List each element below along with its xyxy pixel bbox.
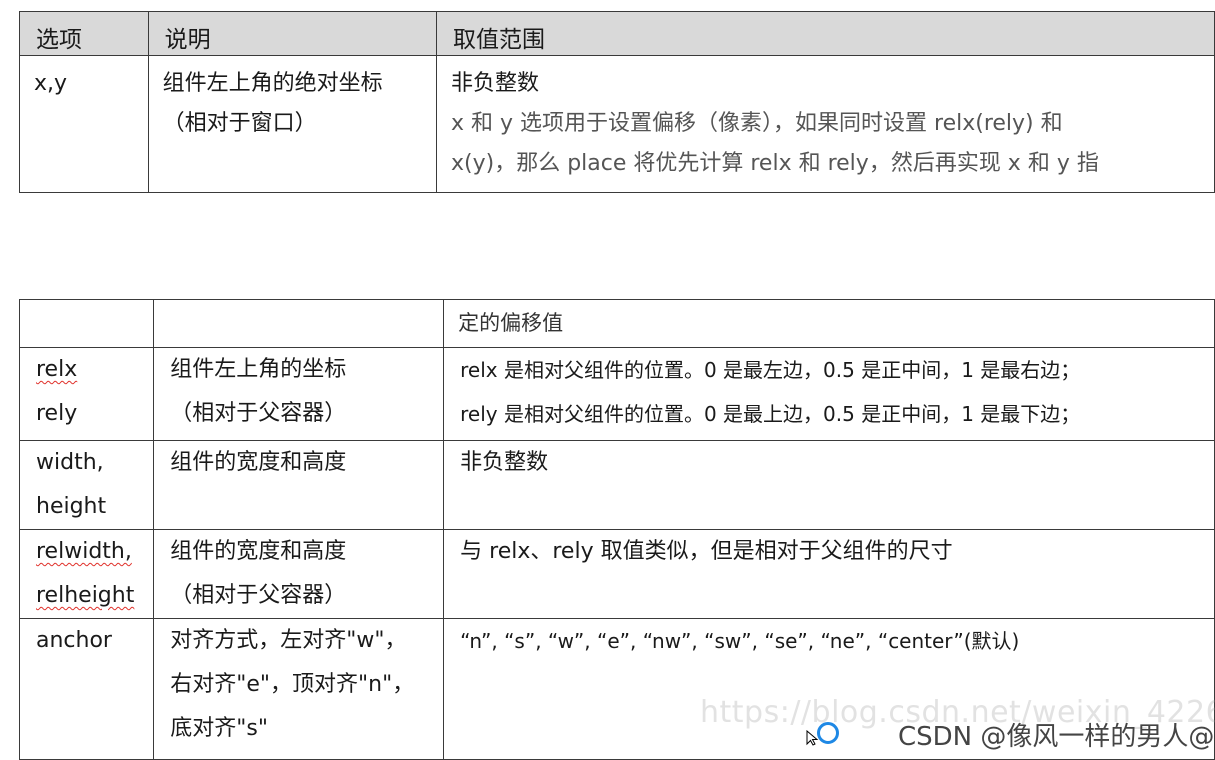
- cell-empty: [153, 299, 445, 348]
- description-line: 组件的宽度和高度: [170, 539, 347, 564]
- description-line: （相对于父容器）: [170, 583, 347, 608]
- options-table-bottom: 定的偏移值 relx rely 组件左上角的坐标 （相对于父容器） relx 是…: [18, 299, 1215, 760]
- table-row-continuation: 定的偏移值: [18, 299, 1215, 348]
- cell-option: relx rely: [18, 347, 155, 441]
- cell-option: relwidth, relheight: [18, 529, 155, 619]
- cell-description: 组件左上角的绝对坐标 （相对于窗口）: [147, 55, 438, 193]
- header-value-range: 取值范围: [436, 11, 1215, 56]
- option-name: anchor: [36, 628, 112, 653]
- table-row-relx-rely: relx rely 组件左上角的坐标 （相对于父容器） relx 是相对父组件的…: [18, 347, 1215, 441]
- table-row-xy: x,y 组件左上角的绝对坐标 （相对于窗口） 非负整数 x 和 y 选项用于设置…: [19, 55, 1215, 193]
- option-name: x,y: [34, 71, 68, 96]
- table-row-width-height: width, height 组件的宽度和高度 非负整数: [18, 440, 1215, 530]
- cell-value: 与 relx、rely 取值类似，但是相对于父组件的尺寸: [443, 529, 1215, 619]
- value-line: x 和 y 选项用于设置偏移（像素），如果同时设置 relx(rely) 和: [451, 111, 1063, 136]
- value-line: relx 是相对父组件的位置。0 是最左边，0.5 是正中间，1 是最右边；: [460, 358, 1081, 382]
- continuation-text: 定的偏移值: [458, 311, 564, 335]
- option-name: relx: [36, 357, 78, 382]
- header-value-range-text: 取值范围: [453, 27, 545, 53]
- credit-text: CSDN @像风一样的男人@: [898, 722, 1215, 752]
- cell-description: 组件的宽度和高度: [153, 440, 445, 530]
- value-line: “n”, “s”, “w”, “e”, “nw”, “sw”, “se”, “n…: [460, 629, 1020, 653]
- cell-value: relx 是相对父组件的位置。0 是最左边，0.5 是正中间，1 是最右边； r…: [443, 347, 1215, 441]
- cell-description: 组件左上角的坐标 （相对于父容器）: [153, 347, 445, 441]
- header-option-text: 选项: [36, 27, 82, 53]
- description-line: 组件的宽度和高度: [170, 450, 347, 475]
- value-line: rely 是相对父组件的位置。0 是最上边，0.5 是正中间，1 是最下边；: [460, 402, 1081, 426]
- value-line: 非负整数: [460, 450, 549, 475]
- header-row: 选项 说明 取值范围: [19, 11, 1215, 56]
- mouse-cursor-icon: [806, 730, 819, 746]
- description-line: （相对于父容器）: [170, 401, 347, 426]
- description-line: 组件左上角的绝对坐标: [162, 71, 383, 96]
- description-line: 底对齐"s": [170, 716, 268, 741]
- loading-ring-icon: [817, 722, 839, 744]
- value-line: 与 relx、rely 取值类似，但是相对于父组件的尺寸: [460, 539, 953, 564]
- header-description-text: 说明: [164, 27, 211, 53]
- cell-option: anchor: [18, 618, 155, 760]
- options-table-top: 选项 说明 取值范围 x,y 组件左上角的绝对坐标 （相对于窗口） 非负整数 x…: [19, 11, 1215, 193]
- option-name: height: [36, 494, 107, 519]
- cell-empty: [18, 299, 155, 348]
- cell-option: width, height: [18, 440, 155, 530]
- cell-value: 定的偏移值: [443, 299, 1215, 348]
- option-name: relwidth,: [36, 539, 132, 564]
- cell-description: 组件的宽度和高度 （相对于父容器）: [153, 529, 445, 619]
- cell-value: 非负整数 x 和 y 选项用于设置偏移（像素），如果同时设置 relx(rely…: [436, 55, 1215, 193]
- description-line: 组件左上角的坐标: [170, 357, 347, 382]
- table-row-relwidth-relheight: relwidth, relheight 组件的宽度和高度 （相对于父容器） 与 …: [18, 529, 1215, 619]
- cell-description: 对齐方式，左对齐"w"， 右对齐"e"，顶对齐"n"， 底对齐"s": [153, 618, 445, 760]
- description-line: （相对于窗口）: [162, 111, 317, 136]
- description-line: 对齐方式，左对齐"w"，: [170, 628, 407, 653]
- option-name: relheight: [36, 583, 135, 608]
- description-line: 右对齐"e"，顶对齐"n"，: [170, 672, 415, 697]
- header-option: 选项: [19, 11, 149, 56]
- value-line: 非负整数: [451, 71, 540, 96]
- cell-option: x,y: [19, 55, 149, 193]
- value-line: x(y)，那么 place 将优先计算 relx 和 rely，然后再实现 x …: [451, 151, 1099, 176]
- header-description: 说明: [147, 11, 438, 56]
- option-name: rely: [36, 401, 78, 426]
- option-name: width,: [36, 450, 104, 475]
- cell-value: 非负整数: [443, 440, 1215, 530]
